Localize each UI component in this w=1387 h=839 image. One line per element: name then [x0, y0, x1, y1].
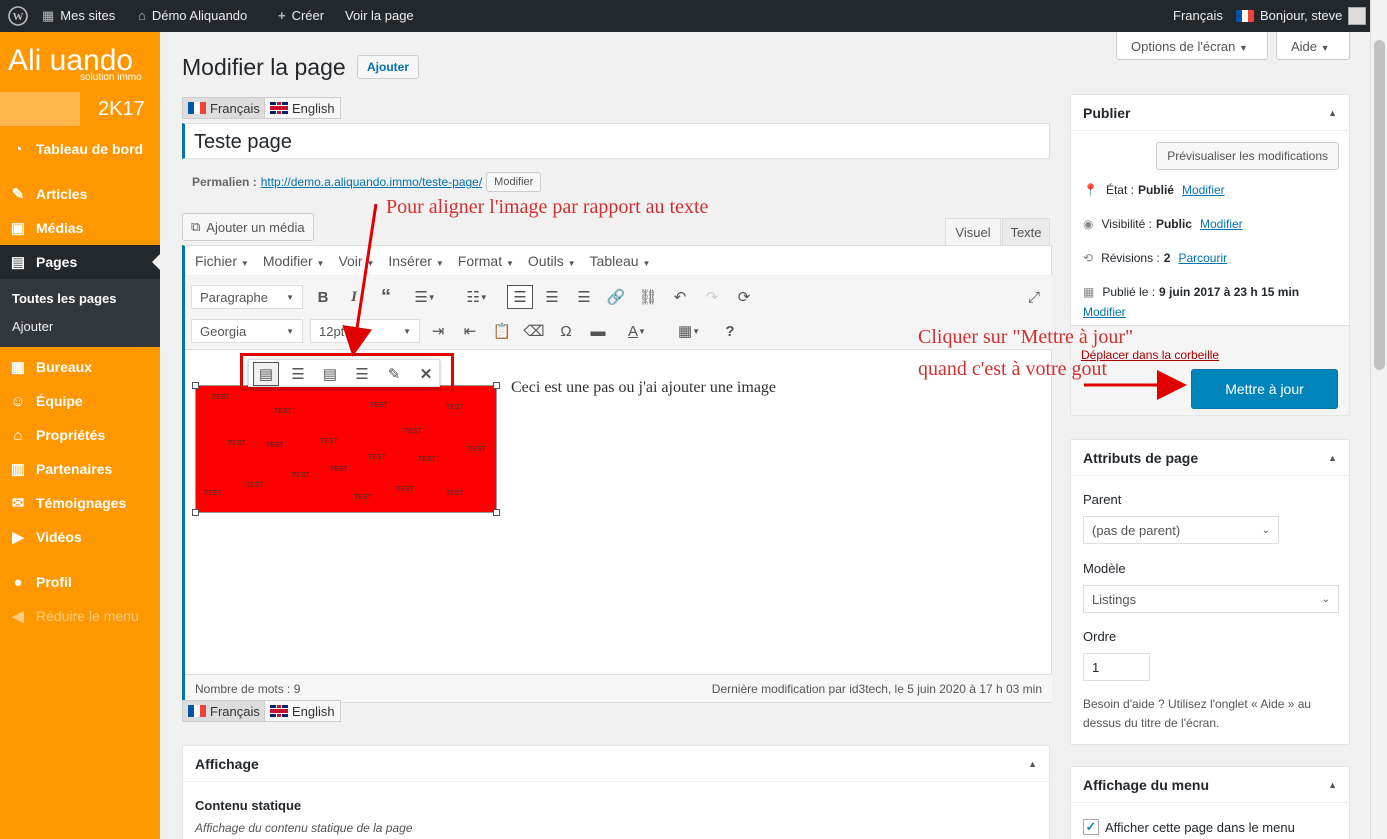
arrow-to-image-toolbar — [342, 203, 378, 357]
annotation-arrows — [342, 203, 1187, 400]
